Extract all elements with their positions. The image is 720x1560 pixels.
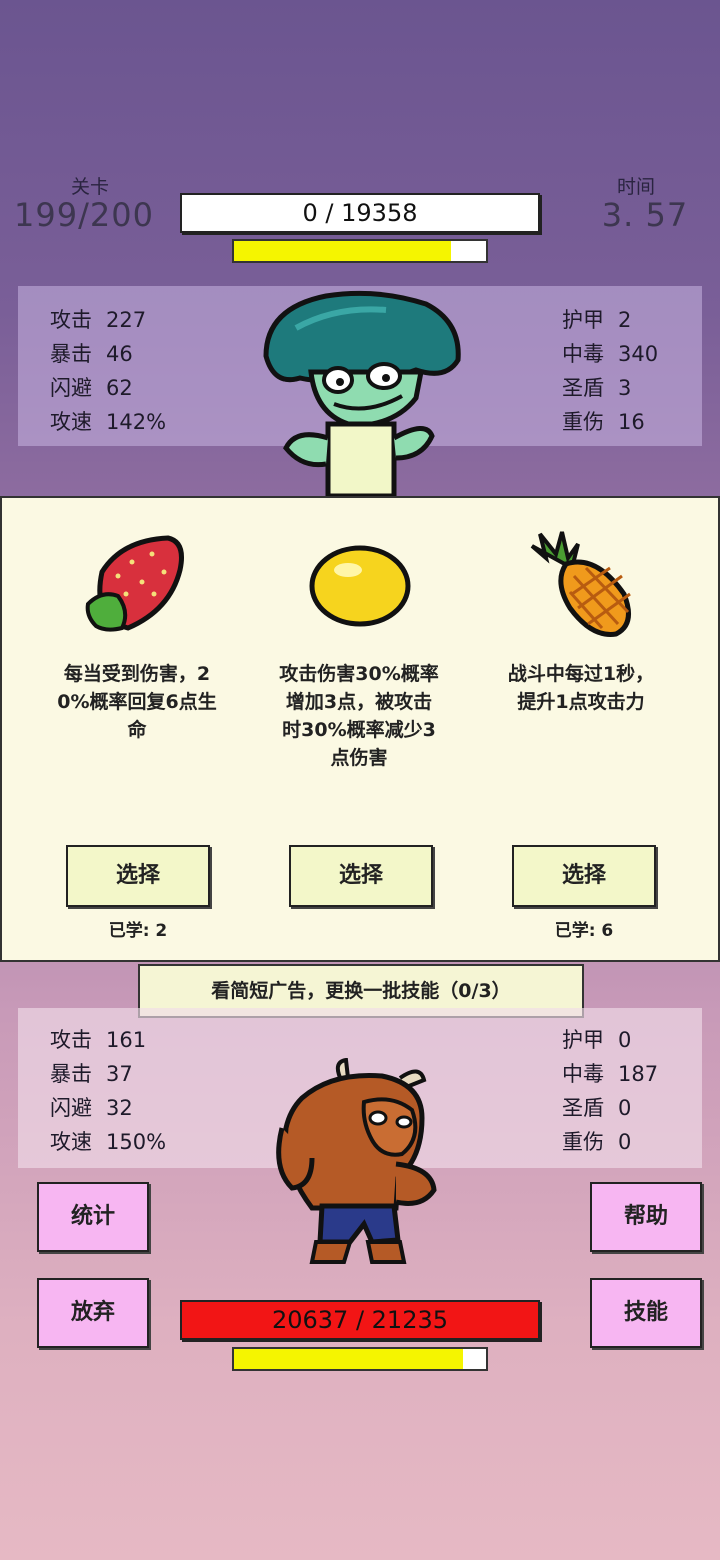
enemy-stat-name: 闪避: [50, 376, 92, 400]
skill-3-learned-count: 已学: 6: [554, 921, 614, 941]
player-stat-row: 护甲 0: [562, 1024, 631, 1054]
player-stat-row: 圣盾 0: [562, 1092, 631, 1122]
player-minotaur-sprite: [276, 1058, 437, 1264]
skill-1-desc-line: 每当受到伤害，2: [63, 663, 211, 685]
player-stat-value: 150%: [106, 1130, 167, 1154]
enemy-stat-name: 圣盾: [562, 376, 604, 400]
player-stat-name: 圣盾: [562, 1096, 604, 1120]
enemy-stat-value: 142%: [106, 410, 167, 434]
enemy-stat-row: 闪避 62: [50, 372, 133, 402]
enemy-energy-fill: [234, 241, 451, 261]
enemy-stat-name: 重伤: [562, 410, 604, 434]
stats-button[interactable]: 统计: [37, 1182, 149, 1252]
player-stat-row: 中毒 187: [562, 1058, 658, 1088]
skill-1-learned-count: 已学: 2: [108, 921, 168, 941]
give-up-button[interactable]: 放弃: [37, 1278, 149, 1348]
player-stat-name: 闪避: [50, 1096, 92, 1120]
skill-1-desc-line: 命: [127, 719, 147, 741]
select-skill-2-button[interactable]: 选择: [289, 845, 433, 907]
level-label: 关卡: [70, 176, 109, 198]
player-stat-name: 重伤: [562, 1130, 604, 1154]
player-energy-fill: [234, 1349, 464, 1369]
enemy-stat-name: 攻速: [50, 410, 92, 434]
enemy-stat-row: 中毒 340: [562, 338, 658, 368]
enemy-stat-name: 中毒: [562, 342, 604, 366]
enemy-hp-bar: 0 / 19358: [180, 193, 540, 233]
player-stat-name: 攻击: [50, 1028, 92, 1052]
player-stat-value: 187: [618, 1062, 659, 1086]
player-stat-value: 32: [106, 1096, 133, 1120]
skill-2-desc-line: 攻击伤害30%概率: [279, 663, 439, 685]
skill-3-description: 战斗中每过1秒， 提升1点攻击力: [488, 660, 674, 716]
enemy-stat-row: 攻击 227: [50, 304, 146, 334]
enemy-stat-row: 护甲 2: [562, 304, 631, 334]
player-stat-row: 暴击 37: [50, 1058, 133, 1088]
enemy-stat-value: 227: [106, 308, 147, 332]
select-skill-3-button[interactable]: 选择: [512, 845, 656, 907]
time-value: 3. 57: [601, 196, 689, 234]
enemy-stat-name: 护甲: [562, 308, 604, 332]
skill-1-description: 每当受到伤害，2 0%概率回复6点生 命: [44, 660, 230, 744]
player-stat-value: 37: [106, 1062, 133, 1086]
player-stat-name: 攻速: [50, 1130, 92, 1154]
level-value: 199/200: [14, 196, 154, 234]
skill-2-desc-line: 增加3点，被攻击: [285, 691, 433, 713]
enemy-stat-value: 2: [618, 308, 632, 332]
skill-2-desc-line: 点伤害: [330, 747, 388, 769]
strawberry-icon: [85, 535, 184, 632]
player-stat-row: 攻击 161: [50, 1024, 146, 1054]
time-label: 时间: [616, 176, 655, 198]
player-stat-row: 攻速 150%: [50, 1126, 166, 1156]
help-button[interactable]: 帮助: [590, 1182, 702, 1252]
player-stat-row: 重伤 0: [562, 1126, 631, 1156]
lemon-icon: [309, 545, 411, 627]
enemy-stat-row: 攻速 142%: [50, 406, 166, 436]
enemy-stat-value: 3: [618, 376, 632, 400]
select-skill-1-button[interactable]: 选择: [66, 845, 210, 907]
skill-3-desc-line: 战斗中每过1秒，: [507, 663, 655, 685]
enemy-stat-name: 暴击: [50, 342, 92, 366]
player-stat-value: 0: [618, 1028, 632, 1052]
player-stat-name: 暴击: [50, 1062, 92, 1086]
skill-2-desc-line: 时30%概率减少3: [282, 719, 436, 741]
enemy-energy-bar: [232, 239, 488, 263]
enemy-stat-row: 圣盾 3: [562, 372, 631, 402]
player-stat-value: 0: [618, 1130, 632, 1154]
skill-3-desc-line: 提升1点攻击力: [517, 691, 645, 713]
enemy-stat-name: 攻击: [50, 308, 92, 332]
player-energy-bar: [232, 1347, 488, 1371]
enemy-stat-value: 340: [618, 342, 659, 366]
enemy-mushroom-frog-sprite: [263, 290, 461, 499]
enemy-stat-row: 暴击 46: [50, 338, 133, 368]
player-stat-name: 护甲: [562, 1028, 604, 1052]
enemy-stat-value: 62: [106, 376, 133, 400]
enemy-stat-value: 16: [618, 410, 645, 434]
player-hp-bar: 20637 / 21235: [180, 1300, 540, 1340]
enemy-stat-row: 重伤 16: [562, 406, 645, 436]
player-stat-value: 0: [618, 1096, 632, 1120]
enemy-stat-value: 46: [106, 342, 133, 366]
player-stat-name: 中毒: [562, 1062, 604, 1086]
pineapple-icon: [530, 531, 631, 637]
player-stat-value: 161: [106, 1028, 147, 1052]
skill-2-description: 攻击伤害30%概率 增加3点，被攻击 时30%概率减少3 点伤害: [266, 660, 452, 772]
skills-button[interactable]: 技能: [590, 1278, 702, 1348]
skill-1-desc-line: 0%概率回复6点生: [57, 691, 217, 713]
player-stat-row: 闪避 32: [50, 1092, 133, 1122]
